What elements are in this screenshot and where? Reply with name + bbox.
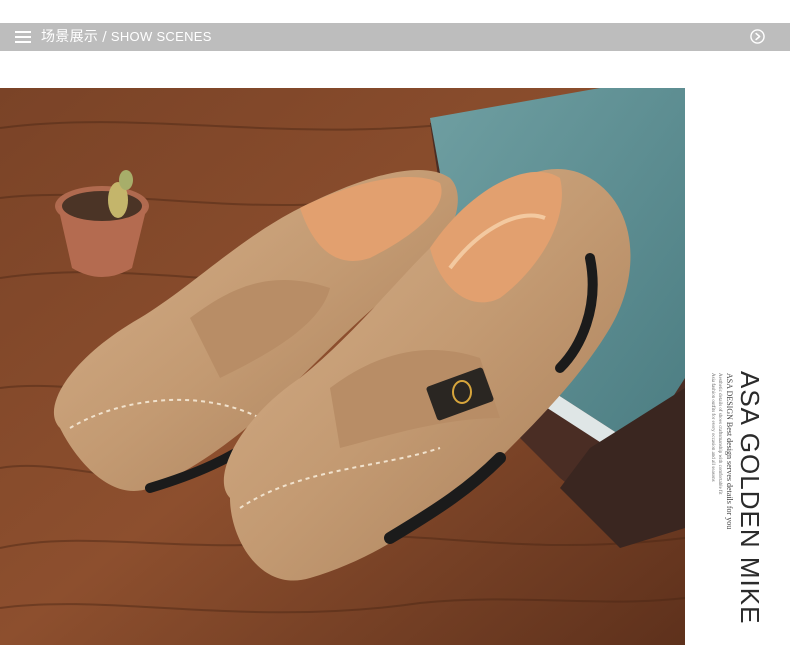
product-scene-photo [0,88,685,645]
brand-tagline: ASA DESIGN Best design serves details fo… [725,373,734,530]
brand-name: ASA GOLDEN MIKE [735,371,765,625]
play-circle-icon[interactable] [750,29,765,44]
menu-icon[interactable] [15,31,31,43]
section-title-separator: / [102,30,107,45]
section-title-en: SHOW SCENES [110,29,212,44]
section-header-bar: 场景展示 / SHOW SCENES [0,23,790,51]
section-title-zh: 场景展示 [41,29,99,45]
section-title: 场景展示 / SHOW SCENES [41,29,212,46]
brand-small-text-1: Aesthetic details of shoes craftsmanship… [717,373,722,495]
scene-illustration [0,88,685,645]
brand-small-text-2: Asia fashion outfits for every occasion … [710,373,715,482]
